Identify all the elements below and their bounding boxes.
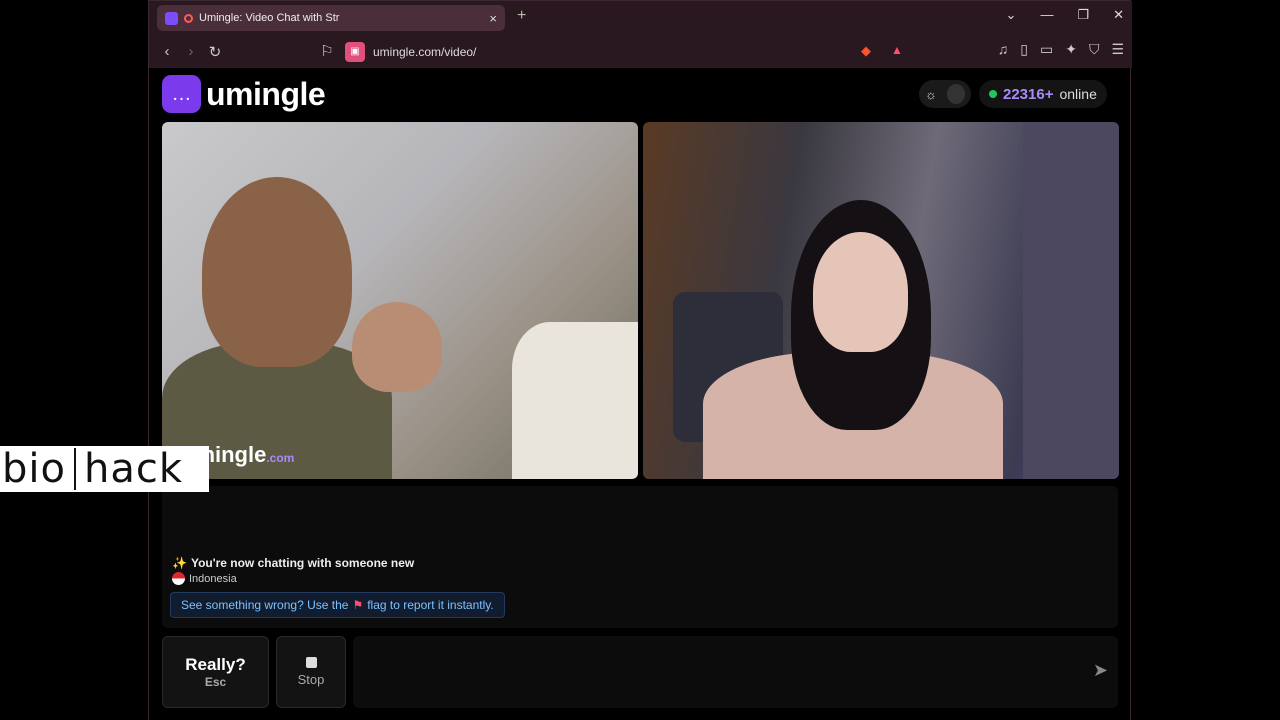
address-bar[interactable]: ▣ umingle.com/video/: [345, 39, 915, 64]
biohack-overlay-logo: bio hack: [0, 446, 209, 492]
self-video-hand: [352, 302, 442, 392]
indonesia-flag-icon: [172, 572, 185, 585]
theme-toggle[interactable]: ☼: [919, 80, 971, 108]
country-name: Indonesia: [189, 572, 237, 585]
vpn-icon[interactable]: ⛉: [1089, 41, 1100, 58]
report-notice: See something wrong? Use the ⚑ flag to r…: [170, 592, 505, 618]
self-video: umingle.com: [162, 122, 638, 479]
overlay-logo-left: bio: [2, 446, 66, 492]
self-video-jacket: [512, 322, 638, 479]
sidebar-icon[interactable]: ▯: [1020, 41, 1028, 58]
watermark-suffix: .com: [266, 451, 295, 465]
report-suffix: flag to report it instantly.: [367, 598, 494, 612]
tab-title: Umingle: Video Chat with Str: [199, 12, 340, 24]
menu-icon[interactable]: ☰: [1111, 41, 1124, 58]
stranger-video: [643, 122, 1119, 479]
overlay-logo-right: hack: [83, 446, 184, 492]
logo-text: umingle: [206, 75, 326, 112]
forward-icon[interactable]: ›: [179, 43, 203, 60]
next-button-shortcut: Esc: [204, 675, 227, 689]
leo-ai-icon[interactable]: ✦: [1065, 41, 1077, 58]
brave-shields-icon[interactable]: ◆: [861, 43, 871, 59]
online-count: 22316+: [1003, 85, 1054, 103]
stranger-video-curtain: [1023, 122, 1119, 479]
system-message: ✨ You're now chatting with someone new: [172, 556, 414, 570]
report-prefix: See something wrong? Use the: [181, 598, 349, 612]
window-controls: ⌄ — ❐ ✕: [1006, 7, 1124, 23]
stop-button-label: Stop: [297, 672, 325, 687]
toggle-knob: [946, 84, 965, 104]
country-indicator: Indonesia: [172, 572, 237, 585]
browser-tab[interactable]: Umingle: Video Chat with Str ×: [157, 5, 505, 31]
stranger-video-face: [813, 232, 908, 352]
online-counter: 22316+ online: [979, 80, 1107, 108]
send-icon[interactable]: ➤: [1093, 660, 1108, 681]
wallet-icon[interactable]: ▭: [1040, 41, 1053, 58]
tab-search-icon[interactable]: ⌄: [1006, 7, 1017, 23]
brave-rewards-icon[interactable]: ▲: [891, 43, 903, 57]
sparkle-icon: ✨: [172, 556, 187, 570]
system-message-text: You're now chatting with someone new: [190, 556, 415, 570]
sun-icon: ☼: [925, 86, 937, 102]
online-dot-icon: [989, 90, 997, 98]
message-composer: ➤: [353, 636, 1118, 708]
url-text[interactable]: umingle.com/video/: [373, 45, 476, 59]
bookmark-icon[interactable]: ⚐: [315, 42, 339, 60]
tab-strip: Umingle: Video Chat with Str × + ⌄ — ❐ ✕: [149, 1, 1132, 35]
back-icon[interactable]: ‹: [155, 43, 179, 60]
recording-indicator-icon: [184, 13, 193, 23]
minimize-button[interactable]: —: [1040, 7, 1053, 23]
close-window-button[interactable]: ✕: [1113, 7, 1124, 23]
message-input[interactable]: [353, 636, 1053, 706]
maximize-button[interactable]: ❐: [1077, 7, 1089, 23]
self-video-face: [202, 177, 352, 367]
next-button-label: Really?: [185, 655, 246, 674]
site-logo[interactable]: … umingle: [162, 75, 326, 113]
report-flag-icon: ⚑: [352, 598, 364, 612]
chat-panel: ✨ You're now chatting with someone new I…: [162, 486, 1118, 628]
reload-icon[interactable]: ↻: [203, 43, 227, 61]
overlay-logo-divider: [73, 448, 76, 490]
stop-icon: [305, 657, 317, 668]
online-label: online: [1059, 86, 1097, 102]
umingle-favicon-icon: [165, 11, 178, 25]
next-confirm-button[interactable]: Really? Esc: [162, 636, 269, 708]
media-icon[interactable]: ♫: [998, 41, 1009, 58]
browser-toolbar: ‹ › ↻ ⚐ ▣ umingle.com/video/ ◆ ▲ ♫ ▯ ▭ ✦…: [149, 35, 1132, 68]
stop-button[interactable]: Stop: [276, 636, 346, 708]
browser-window: Umingle: Video Chat with Str × + ⌄ — ❐ ✕…: [148, 0, 1132, 720]
toolbar-right-icons: ♫ ▯ ▭ ✦ ⛉ ☰: [998, 41, 1124, 58]
umingle-page: … umingle ☼ 22316+ online umingle.com ✨ …: [149, 68, 1130, 720]
tab-close-icon[interactable]: ×: [489, 11, 497, 26]
camera-permission-icon[interactable]: ▣: [345, 41, 365, 62]
chat-bubble-icon: …: [162, 75, 201, 113]
new-tab-button[interactable]: +: [517, 7, 526, 25]
